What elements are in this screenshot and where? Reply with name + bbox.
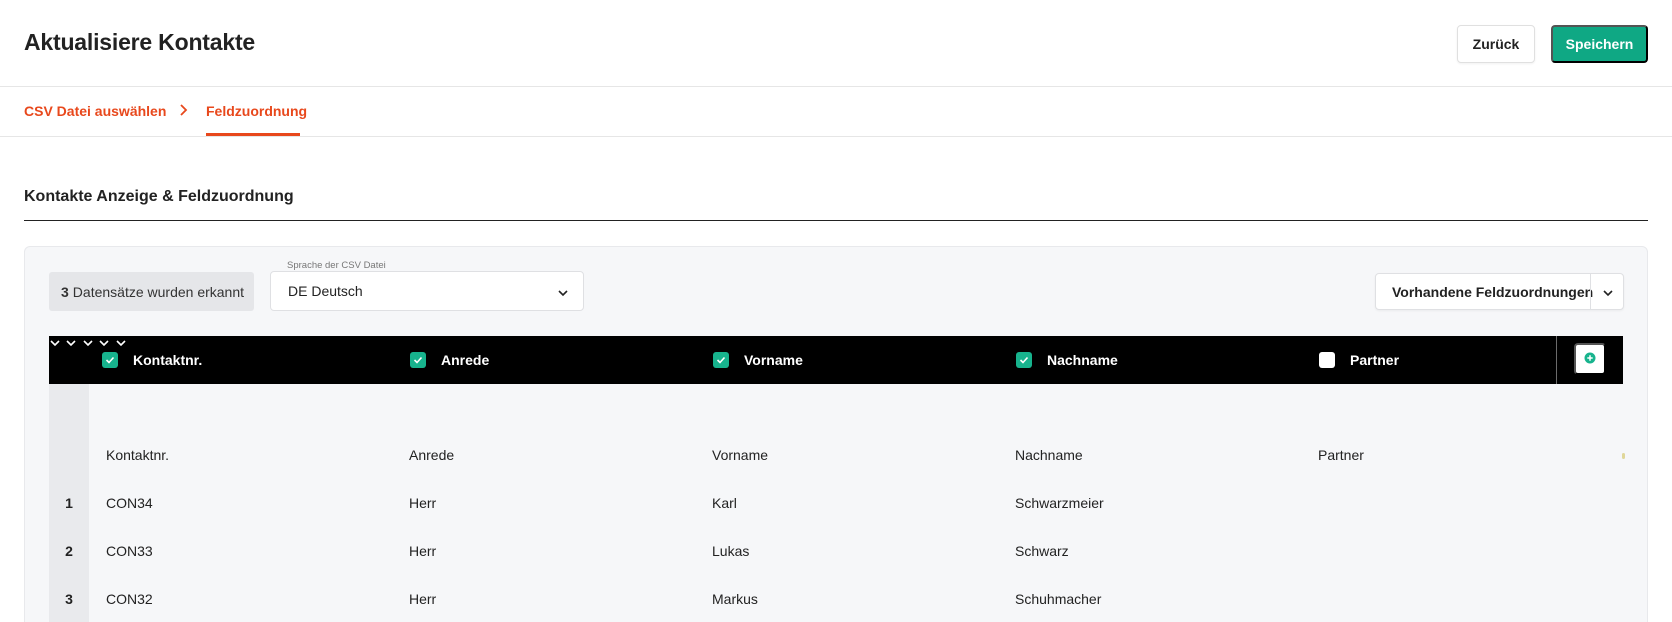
column-header-nachname[interactable]: Nachname <box>1016 336 1118 384</box>
table-cell: Lukas <box>712 543 750 559</box>
chevron-right-icon <box>178 102 190 118</box>
existing-mappings-button[interactable]: Vorhandene Feldzuordnungen <box>1375 273 1624 310</box>
chevron-down-icon[interactable] <box>1602 286 1614 298</box>
column-header-vorname[interactable]: Vorname <box>713 336 803 384</box>
source-header-cell: Nachname <box>1015 447 1083 463</box>
section-divider <box>24 220 1648 221</box>
existing-mappings-label: Vorhandene Feldzuordnungen <box>1392 284 1594 300</box>
page-title: Aktualisiere Kontakte <box>24 29 255 55</box>
row-number: 3 <box>65 591 73 607</box>
column-header-label: Anrede <box>441 352 490 368</box>
table-cell: Schuhmacher <box>1015 591 1102 607</box>
table-cell: Herr <box>409 495 437 511</box>
back-button[interactable]: Zurück <box>1457 25 1535 63</box>
column-checkbox[interactable] <box>1016 352 1032 368</box>
table-cell: Schwarz <box>1015 543 1069 559</box>
stepper: CSV Datei auswählen Feldzuordnung <box>0 88 1672 137</box>
column-header-kontaktnr[interactable]: Kontaktnr. <box>102 336 202 384</box>
table-cell: Karl <box>712 495 737 511</box>
source-header-cell: Partner <box>1318 447 1364 463</box>
chevron-down-icon[interactable] <box>65 336 81 353</box>
column-header-label: Kontaktnr. <box>133 352 203 368</box>
step-csv-select[interactable]: CSV Datei auswählen <box>24 103 166 119</box>
scroll-edge-marker <box>1622 453 1625 459</box>
column-checkbox[interactable] <box>102 352 118 368</box>
column-header-label: Partner <box>1350 352 1400 368</box>
source-header-cell: Vorname <box>712 447 769 463</box>
records-count-badge: 3 Datensätze wurden erkannt <box>49 272 254 311</box>
column-header-partner[interactable]: Partner <box>1319 336 1399 384</box>
active-step-indicator <box>206 133 300 136</box>
csv-language-value: DE Deutsch <box>288 283 363 299</box>
page-header: Aktualisiere Kontakte Zurück Speichern <box>0 0 1672 87</box>
column-header-anrede[interactable]: Anrede <box>410 336 489 384</box>
records-text: Datensätze wurden erkannt <box>72 283 245 300</box>
chevron-down-icon[interactable] <box>82 336 98 353</box>
section-title: Kontakte Anzeige & Feldzuordnung <box>24 188 294 205</box>
plus-circle-icon <box>1584 352 1596 367</box>
column-header-label: Nachname <box>1047 352 1118 368</box>
chevron-down-icon <box>557 286 569 298</box>
table-cell: CON32 <box>106 591 153 607</box>
source-header-cell: Kontaktnr. <box>106 447 170 463</box>
column-checkbox[interactable] <box>1319 352 1335 368</box>
table-cell: Herr <box>409 543 437 559</box>
table-body <box>89 384 1623 622</box>
column-checkbox[interactable] <box>713 352 729 368</box>
column-header-label: Vorname <box>744 352 803 368</box>
table-cell: CON33 <box>106 543 153 559</box>
column-checkbox[interactable] <box>410 352 426 368</box>
table-cell: Markus <box>712 591 758 607</box>
chevron-down-icon[interactable] <box>49 336 65 353</box>
table-cell: Schwarzmeier <box>1015 495 1104 511</box>
save-button[interactable]: Speichern <box>1551 25 1648 63</box>
source-header-cell: Anrede <box>409 447 455 463</box>
csv-language-select[interactable]: DE Deutsch <box>270 271 584 311</box>
button-divider <box>1590 274 1591 309</box>
records-count: 3 <box>61 283 69 300</box>
add-column-button[interactable] <box>1574 343 1606 375</box>
add-column-separator <box>1556 336 1557 384</box>
table-cell: CON34 <box>106 495 153 511</box>
step-field-mapping[interactable]: Feldzuordnung <box>206 103 307 119</box>
csv-language-label: Sprache der CSV Datei <box>287 260 386 271</box>
row-number: 1 <box>65 495 73 511</box>
row-number: 2 <box>65 543 73 559</box>
table-header: Kontaktnr. Anrede Vorname Nachname Partn… <box>49 336 1623 384</box>
table-cell: Herr <box>409 591 437 607</box>
